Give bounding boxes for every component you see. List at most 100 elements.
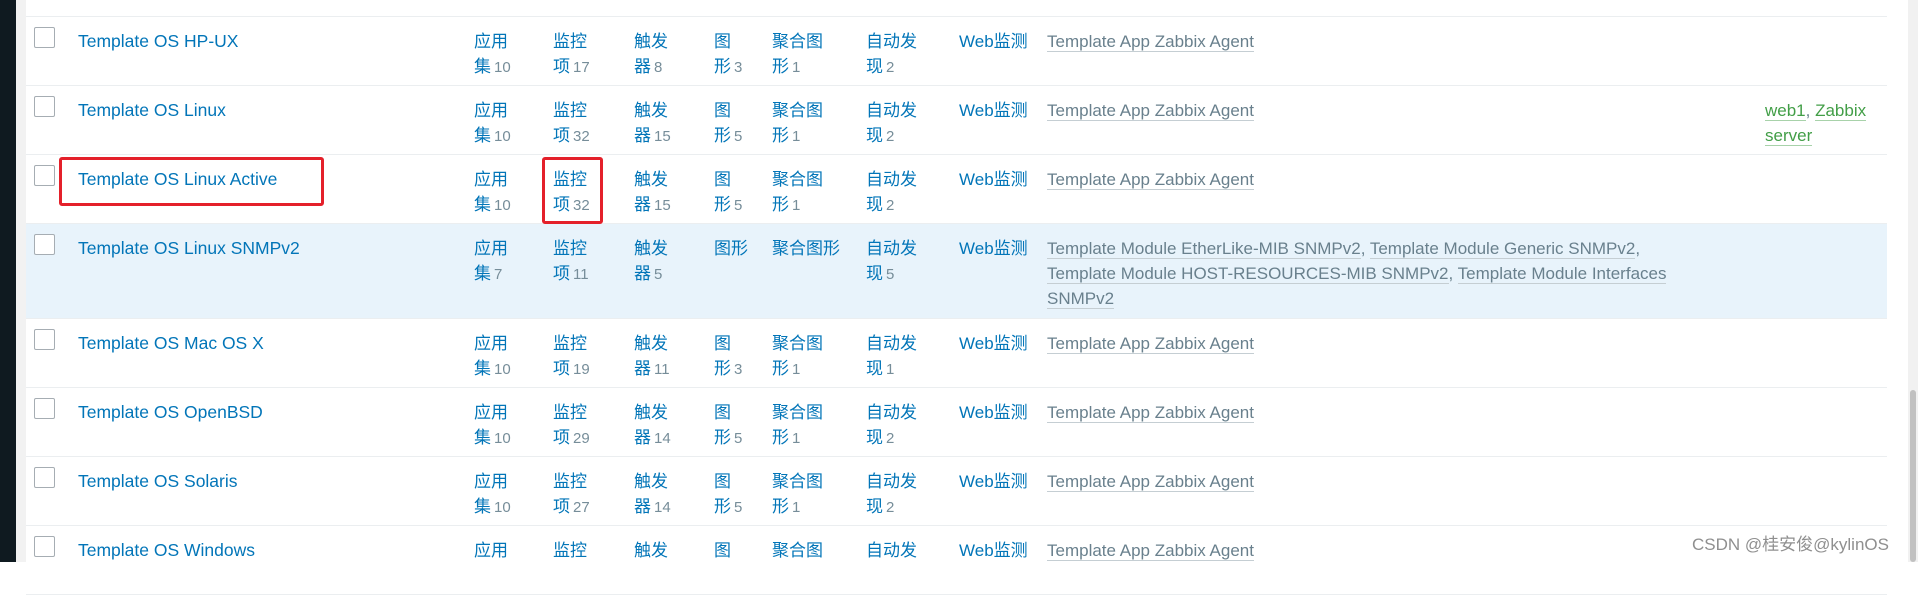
web-monitoring-link[interactable]: Web监测 [959,32,1028,51]
table-row: Template OS OpenBSD 应用集 10 监控项 29 触发器 14 图形… [26,388,1887,457]
items-count: 11 [573,266,589,283]
template-name-link[interactable]: Template OS Mac OS X [78,333,264,353]
web-monitoring-link[interactable]: Web监测 [959,101,1028,120]
row-checkbox[interactable] [34,165,55,186]
row-checkbox[interactable] [34,467,55,488]
row-checkbox[interactable] [34,234,55,255]
applications-link[interactable]: 应用集 [474,239,508,283]
triggers-count: 15 [654,197,671,214]
row-checkbox[interactable] [34,96,55,117]
web-monitoring-link[interactable]: Web监测 [959,170,1028,189]
previous-row-remnant [26,0,1887,17]
screens-count: 1 [792,499,801,516]
linked-template-link[interactable]: Template App Zabbix Agent [1047,170,1254,190]
applications-count: 10 [494,430,511,447]
discovery-count: 2 [886,128,895,145]
items-count: 27 [573,499,590,516]
template-name-link[interactable]: Template OS Windows [78,540,255,560]
web-monitoring-link[interactable]: Web监测 [959,541,1028,560]
items-count: 19 [573,361,590,378]
screens-link[interactable]: 聚合图 [772,541,823,560]
graphs-link[interactable]: 图形 [714,334,731,378]
graphs-count: 5 [734,430,743,447]
discovery-count: 2 [886,197,895,214]
items-link[interactable]: 监控 [553,541,587,560]
linked-host-link[interactable]: web1 [1765,101,1806,121]
separator: , [1360,239,1370,258]
template-name-link[interactable]: Template OS HP-UX [78,31,238,51]
graphs-link[interactable]: 图形 [714,32,731,76]
scrollbar-thumb[interactable] [1910,390,1916,562]
discovery-count: 2 [886,499,895,516]
table-row: Template OS HP-UX 应用集 10 监控项 17 触发器 8 图形3 聚… [26,17,1887,86]
web-monitoring-link[interactable]: Web监测 [959,403,1028,422]
screens-count: 1 [792,128,801,145]
separator: , [1805,101,1816,120]
applications-count: 10 [494,59,511,76]
linked-template-link[interactable]: Template App Zabbix Agent [1047,541,1254,561]
row-checkbox[interactable] [34,27,55,48]
graphs-count: 5 [734,197,743,214]
separator: , [1448,264,1458,283]
linked-template-link[interactable]: Template App Zabbix Agent [1047,403,1254,423]
triggers-count: 11 [654,361,670,378]
applications-count: 10 [494,128,511,145]
row-checkbox[interactable] [34,536,55,557]
graphs-count: 5 [734,499,743,516]
items-count: 29 [573,430,590,447]
web-monitoring-link[interactable]: Web监测 [959,472,1028,491]
annotation-box-items [542,157,603,224]
screens-link[interactable]: 聚合图形 [772,239,840,258]
template-name-link[interactable]: Template OS Linux SNMPv2 [78,238,300,258]
discovery-count: 2 [886,59,895,76]
triggers-link[interactable]: 触发 [634,541,668,560]
separator: , [1635,239,1641,258]
discovery-count: 2 [886,430,895,447]
row-checkbox[interactable] [34,398,55,419]
template-name-link[interactable]: Template OS Solaris [78,471,238,491]
linked-template-link[interactable]: Template App Zabbix Agent [1047,472,1254,492]
graphs-link[interactable]: 图形 [714,170,731,214]
applications-count: 10 [494,499,511,516]
triggers-count: 14 [654,430,671,447]
graphs-count: 3 [734,361,743,378]
screens-count: 1 [792,197,801,214]
applications-count: 10 [494,361,511,378]
triggers-count: 8 [654,59,663,76]
linked-template-link[interactable]: Template App Zabbix Agent [1047,101,1254,121]
linked-template-link[interactable]: Template App Zabbix Agent [1047,334,1254,354]
graphs-link[interactable]: 图 [714,541,731,560]
screens-count: 1 [792,59,801,76]
page-margin [16,0,26,562]
graphs-link[interactable]: 图形 [714,101,731,145]
templates-table: Template OS HP-UX 应用集 10 监控项 17 触发器 8 图形3 聚… [26,0,1887,595]
watermark-text: CSDN @桂安俊@kylinOS [1692,535,1889,554]
applications-count: 10 [494,197,511,214]
linked-template-link[interactable]: Template Module EtherLike-MIB SNMPv2 [1047,239,1361,259]
web-monitoring-link[interactable]: Web监测 [959,334,1028,353]
linked-template-link[interactable]: Template Module HOST-RESOURCES-MIB SNMPv… [1047,264,1449,284]
graphs-link[interactable]: 图形 [714,239,748,258]
triggers-count: 15 [654,128,671,145]
discovery-count: 5 [886,266,895,283]
table-row: Template OS Windows 应用 监控 触发 图 聚合图 自动发 W… [26,526,1887,595]
triggers-link[interactable]: 触发器 [634,239,668,283]
screens-count: 1 [792,361,801,378]
items-count: 32 [573,128,590,145]
graphs-link[interactable]: 图形 [714,403,731,447]
web-monitoring-link[interactable]: Web监测 [959,239,1028,258]
applications-link[interactable]: 应用 [474,541,508,560]
graphs-link[interactable]: 图形 [714,472,731,516]
applications-count: 7 [494,266,503,283]
linked-template-link[interactable]: Template Module Generic SNMPv2 [1369,239,1636,259]
discovery-link[interactable]: 自动发 [866,541,917,560]
items-count: 17 [573,59,590,76]
triggers-link[interactable]: 触发器 [634,32,668,76]
triggers-count: 5 [654,266,663,283]
sidebar-edge [0,0,16,562]
template-name-link[interactable]: Template OS Linux [78,100,226,120]
annotation-box-template-name [59,157,324,206]
linked-template-link[interactable]: Template App Zabbix Agent [1047,32,1254,52]
row-checkbox[interactable] [34,329,55,350]
template-name-link[interactable]: Template OS OpenBSD [78,402,263,422]
